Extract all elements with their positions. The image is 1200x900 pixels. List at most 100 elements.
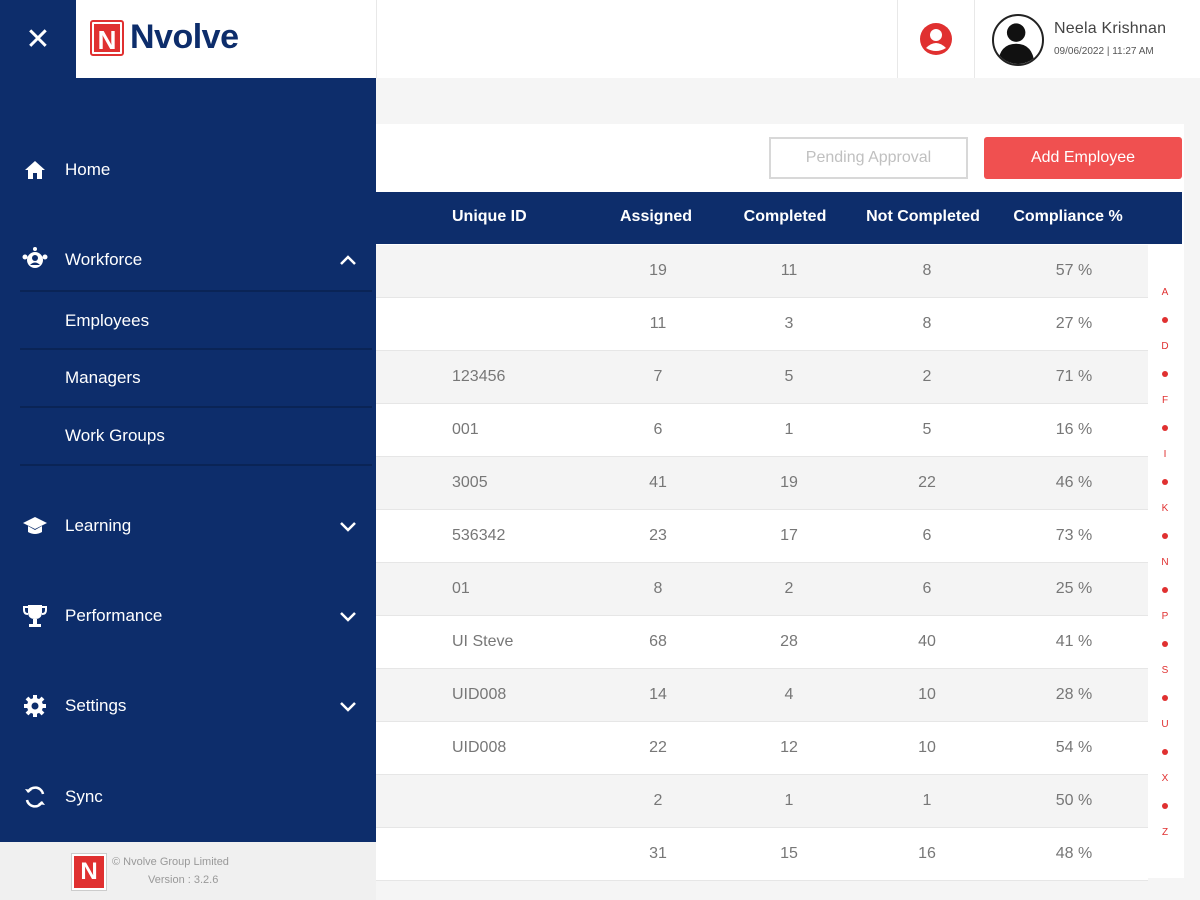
table-row[interactable]: UI Steve 68 28 40 41 %: [376, 616, 1148, 669]
table-row[interactable]: 123456 7 5 2 71 %: [376, 351, 1148, 404]
cell-completed: 19: [780, 474, 798, 491]
alpha-index-letter[interactable]: I: [1150, 449, 1180, 460]
cell-not-completed: 10: [918, 686, 936, 703]
sidebar-footer: N © Nvolve Group Limited Version : 3.2.6: [0, 842, 376, 900]
cell-not-completed: 1: [922, 792, 932, 809]
cell-unique-id: UID008: [452, 739, 507, 756]
alpha-index-letter[interactable]: Z: [1150, 827, 1180, 838]
column-header-assigned[interactable]: Assigned: [620, 208, 692, 226]
table-row[interactable]: 19 11 8 57 %: [376, 245, 1148, 298]
cell-assigned: 68: [649, 633, 667, 650]
alpha-index-dot: [1162, 425, 1168, 431]
cell-compliance: 71 %: [1055, 368, 1093, 385]
table-row[interactable]: 2 1 1 50 %: [376, 775, 1148, 828]
alpha-index-dot: [1162, 587, 1168, 593]
cell-assigned: 14: [649, 686, 667, 703]
alpha-index-letter[interactable]: F: [1150, 395, 1180, 406]
alpha-index-dot: [1162, 641, 1168, 647]
sidebar-item-workforce[interactable]: Workforce: [0, 235, 376, 285]
sidebar-item-managers[interactable]: Managers: [20, 348, 372, 406]
cell-completed: 5: [784, 368, 794, 385]
cell-not-completed: 8: [922, 262, 932, 279]
table-row[interactable]: 11 3 8 27 %: [376, 298, 1148, 351]
column-header-completed[interactable]: Completed: [744, 208, 827, 226]
cell-assigned: 19: [649, 262, 667, 279]
table-row[interactable]: 3005 41 19 22 46 %: [376, 457, 1148, 510]
alpha-index-dot: [1162, 371, 1168, 377]
alpha-index-letter[interactable]: P: [1150, 611, 1180, 622]
alpha-index-letter[interactable]: K: [1150, 503, 1180, 514]
column-header-compliance[interactable]: Compliance %: [1013, 208, 1122, 226]
alpha-index-letter[interactable]: U: [1150, 719, 1180, 730]
table-row[interactable]: 001 6 1 5 16 %: [376, 404, 1148, 457]
chevron-up-icon[interactable]: [338, 250, 358, 270]
chevron-down-icon[interactable]: [338, 696, 358, 716]
cell-not-completed: 8: [922, 315, 932, 332]
cell-compliance: 57 %: [1055, 262, 1093, 279]
sidebar-item-sync[interactable]: Sync: [0, 772, 376, 822]
cell-not-completed: 10: [918, 739, 936, 756]
avatar[interactable]: [992, 14, 1044, 66]
alpha-index-letter[interactable]: X: [1150, 773, 1180, 784]
account-icon[interactable]: [918, 21, 954, 57]
graduation-cap-icon: [22, 513, 48, 539]
workforce-icon: [22, 247, 48, 273]
table-row[interactable]: 31 15 16 48 %: [376, 828, 1148, 881]
cell-assigned: 22: [649, 739, 667, 756]
table-row[interactable]: UID008 14 4 10 28 %: [376, 669, 1148, 722]
cell-completed: 2: [784, 580, 794, 597]
table-row[interactable]: 01 8 2 6 25 %: [376, 563, 1148, 616]
brand-name: Nvolve: [130, 18, 239, 56]
cell-compliance: 46 %: [1055, 474, 1093, 491]
sidebar-item-label: Work Groups: [65, 426, 165, 445]
column-header-not-completed[interactable]: Not Completed: [866, 208, 980, 226]
logo: N Nvolve: [76, 0, 376, 78]
table-header: Unique ID Assigned Completed Not Complet…: [376, 192, 1182, 244]
cell-compliance: 41 %: [1055, 633, 1093, 650]
alpha-index-letter[interactable]: S: [1150, 665, 1180, 676]
sidebar-item-employees[interactable]: Employees: [20, 292, 372, 350]
cell-not-completed: 16: [918, 845, 936, 862]
trophy-icon: [22, 603, 48, 629]
chevron-down-icon[interactable]: [338, 606, 358, 626]
sync-icon: [22, 784, 48, 810]
cell-not-completed: 22: [918, 474, 936, 491]
table-row[interactable]: UID008 22 12 10 54 %: [376, 722, 1148, 775]
chevron-down-icon[interactable]: [338, 516, 358, 536]
cell-not-completed: 40: [918, 633, 936, 650]
cell-unique-id: UI Steve: [452, 633, 514, 650]
table-row[interactable]: 536342 23 17 6 73 %: [376, 510, 1148, 563]
sidebar-item-learning[interactable]: Learning: [0, 501, 376, 551]
close-icon[interactable]: ✕: [0, 0, 76, 78]
cell-unique-id: 001: [452, 421, 479, 438]
alpha-index-letter[interactable]: D: [1150, 341, 1180, 352]
sidebar-item-home[interactable]: Home: [0, 145, 376, 195]
cell-assigned: 8: [653, 580, 663, 597]
footer-logo: N: [71, 853, 107, 891]
sidebar-item-settings[interactable]: Settings: [0, 681, 376, 731]
sidebar-item-label: Employees: [65, 311, 150, 330]
alpha-index-dot: [1162, 479, 1168, 485]
sidebar-item-work-groups[interactable]: Work Groups: [20, 406, 372, 464]
header-divider: [376, 0, 377, 78]
header-divider: [974, 0, 975, 78]
divider: [20, 464, 372, 466]
cell-not-completed: 2: [922, 368, 932, 385]
alpha-index-letter[interactable]: A: [1150, 287, 1180, 298]
alpha-index-letter[interactable]: N: [1150, 557, 1180, 568]
cell-compliance: 27 %: [1055, 315, 1093, 332]
sidebar-item-label: Home: [65, 160, 111, 179]
sidebar-item-performance[interactable]: Performance: [0, 591, 376, 641]
cell-completed: 11: [780, 262, 798, 279]
copyright-text: © Nvolve Group Limited: [112, 856, 229, 868]
cell-assigned: 6: [653, 421, 663, 438]
cell-completed: 4: [784, 686, 794, 703]
cell-completed: 17: [780, 527, 798, 544]
cell-assigned: 41: [649, 474, 667, 491]
sidebar-item-label: Learning: [65, 516, 132, 535]
add-employee-button[interactable]: Add Employee: [984, 137, 1182, 179]
sidebar-item-label: Settings: [65, 696, 127, 715]
column-header-unique-id[interactable]: Unique ID: [452, 208, 527, 226]
pending-approval-button[interactable]: Pending Approval: [769, 137, 968, 179]
sidebar-item-label: Performance: [65, 606, 163, 625]
